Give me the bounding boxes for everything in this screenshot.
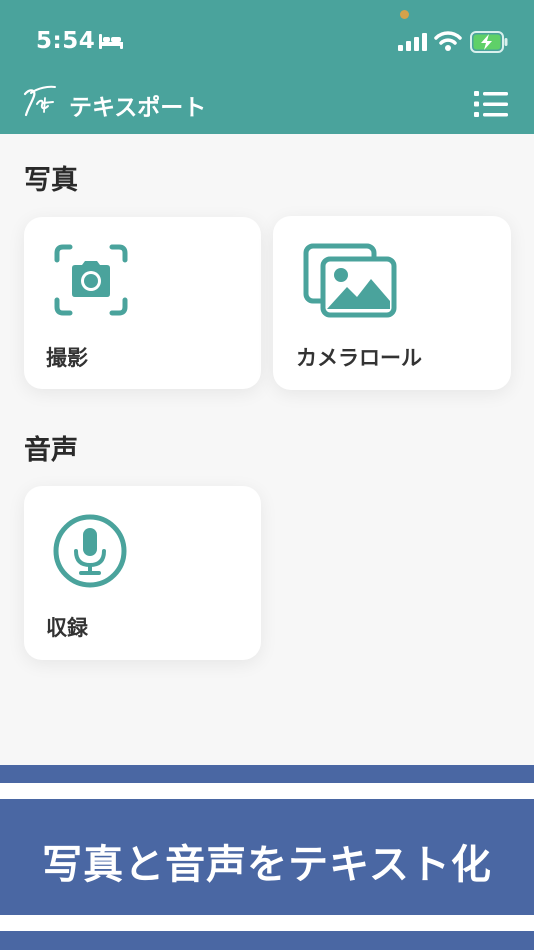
camera-scan-icon xyxy=(54,244,128,316)
microphone-icon xyxy=(53,514,127,588)
banner-stripe-bottom xyxy=(0,915,534,931)
wifi-icon xyxy=(434,31,462,51)
section-title-photo: 写真 xyxy=(24,165,78,196)
gallery-icon xyxy=(303,243,397,318)
menu-icon[interactable] xyxy=(474,90,508,118)
logo-icon xyxy=(23,85,56,117)
capture-label: 撮影 xyxy=(46,346,88,370)
battery-charging-icon xyxy=(470,31,508,53)
privacy-indicator-dot xyxy=(400,10,409,19)
banner-text: 写真と音声をテキスト化 xyxy=(42,842,492,888)
signal-icon xyxy=(398,33,427,51)
app-header: 5:54 テキスポート xyxy=(0,0,534,134)
camera-roll-label: カメラロール xyxy=(296,346,422,370)
record-label: 収録 xyxy=(46,616,88,640)
section-title-audio: 音声 xyxy=(24,435,78,466)
banner-stripe-top xyxy=(0,783,534,799)
status-time: 5:54 xyxy=(36,28,96,54)
camera-roll-card[interactable]: カメラロール xyxy=(273,216,511,390)
capture-photo-card[interactable]: 撮影 xyxy=(24,217,261,389)
record-audio-card[interactable]: 収録 xyxy=(24,486,261,660)
bed-icon xyxy=(99,34,123,49)
app-title: テキスポート xyxy=(69,95,207,121)
